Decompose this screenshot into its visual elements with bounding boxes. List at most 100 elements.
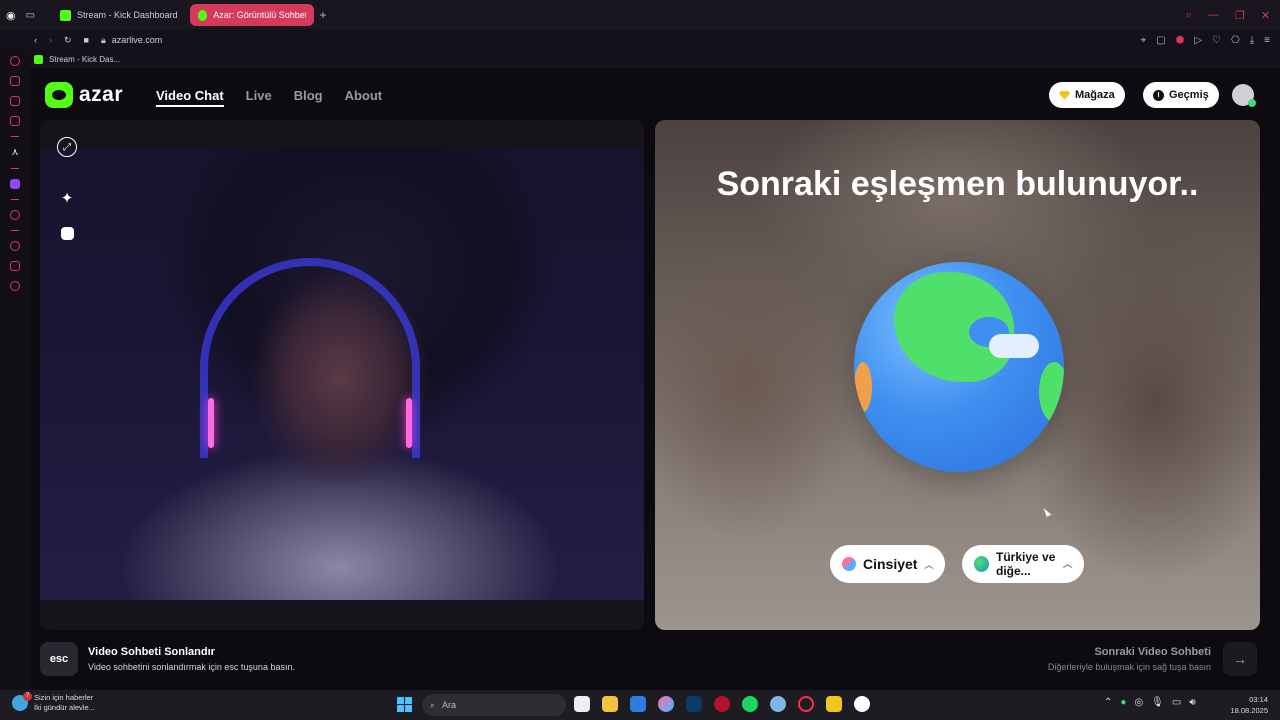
start-windows-icon[interactable]	[397, 697, 412, 712]
clock-time: 03:14	[1249, 695, 1268, 704]
history-label: Geçmiş	[1169, 89, 1209, 101]
taskbar-clock[interactable]: 03:14 18.08.2025	[1230, 694, 1268, 716]
azar-page: azar Video Chat Live Blog About Mağaza G…	[30, 70, 1280, 688]
next-arrow-button[interactable]: →	[1223, 642, 1257, 676]
nav-about[interactable]: About	[345, 88, 383, 107]
rockstar-icon[interactable]	[714, 696, 730, 712]
network-icon[interactable]: ▭	[1172, 697, 1181, 708]
minimize-icon[interactable]: —	[1208, 9, 1219, 22]
headset-light-right	[406, 398, 412, 448]
opera-menu-icon[interactable]: ◉	[6, 9, 16, 22]
search-placeholder: Ara	[442, 700, 457, 710]
sidebar-game-icon[interactable]	[10, 96, 20, 106]
tab-azar[interactable]: Azar: Görüntülü Sohbet, A	[189, 4, 314, 26]
nav-live[interactable]: Live	[246, 88, 272, 107]
pin-icon[interactable]: ⌖	[1141, 35, 1147, 46]
taskbar-apps	[574, 696, 870, 712]
nav-blog[interactable]: Blog	[294, 88, 323, 107]
store-button[interactable]: Mağaza	[1049, 82, 1125, 108]
back-icon[interactable]: ‹	[34, 35, 37, 45]
sidebar-aria-icon[interactable]: ⋏	[11, 147, 18, 158]
gender-filter-button[interactable]: Cinsiyet ︿	[830, 545, 946, 583]
next-chat-title: Sonraki Video Sohbeti	[1094, 646, 1211, 658]
end-chat-title: Video Sohbeti Sonlandır	[88, 646, 215, 658]
store-label: Mağaza	[1075, 89, 1115, 101]
clock-date: 18.08.2025	[1230, 706, 1268, 715]
country-globe-icon	[974, 556, 989, 572]
sidebar-news-icon[interactable]	[10, 116, 20, 126]
face-filter-icon[interactable]	[57, 223, 77, 243]
download-icon[interactable]: ⤓	[1250, 35, 1254, 46]
profile-avatar[interactable]	[1232, 84, 1256, 107]
extensions-icon[interactable]: ⎔	[1231, 35, 1240, 46]
country-label: Türkiye ve diğe...	[996, 550, 1056, 578]
steam-icon[interactable]: ◎	[1134, 697, 1143, 708]
capcut-icon[interactable]	[826, 696, 842, 712]
clock-icon	[1153, 89, 1164, 101]
face-shape	[60, 226, 74, 240]
opera-gx-icon[interactable]	[798, 696, 814, 712]
sidebar-twitch-icon[interactable]	[10, 179, 20, 189]
spotify-icon[interactable]	[742, 696, 758, 712]
maximize-icon[interactable]: ❐	[1235, 9, 1245, 22]
sidebar-divider	[11, 199, 19, 200]
esc-key[interactable]: esc	[40, 642, 78, 676]
globe-cloud	[989, 334, 1039, 358]
store-app-icon[interactable]	[630, 696, 646, 712]
vpn-icon[interactable]: ⬢	[1176, 35, 1185, 46]
volume-icon[interactable]: 🔊︎	[1189, 697, 1195, 708]
expand-icon[interactable]: ⤢	[57, 137, 77, 157]
play-icon[interactable]: ▷	[1194, 35, 1202, 46]
settings-gear-icon[interactable]	[770, 696, 786, 712]
tab-kick-dashboard[interactable]: Stream - Kick Dashboard	[52, 4, 186, 26]
news-widget[interactable]: 7 Sizin için haberler İki gündür alevle.…	[12, 692, 95, 713]
reload-icon[interactable]: ↻	[64, 35, 72, 46]
chevron-up-icon[interactable]: ⌃	[1104, 697, 1112, 708]
my-camera-panel: ⤢ ✦	[40, 120, 644, 630]
taskbar-search[interactable]: ⌕ Ara	[422, 694, 566, 716]
heart-icon[interactable]: ♡	[1212, 35, 1221, 46]
file-explorer-icon[interactable]	[602, 696, 618, 712]
photoshop-icon[interactable]	[686, 696, 702, 712]
lock-icon: 🔒︎	[100, 34, 106, 45]
workspaces-icon[interactable]: ▭	[26, 10, 35, 21]
camera-icon[interactable]: ■	[84, 35, 89, 45]
match-panel: Sonraki eşleşmen bulunuyor.. Cinsiyet ︿ …	[655, 120, 1260, 630]
close-icon[interactable]: ✕	[1261, 9, 1270, 22]
chrome-icon[interactable]	[854, 696, 870, 712]
matching-status: Sonraki eşleşmen bulunuyor..	[716, 165, 1199, 203]
history-button[interactable]: Geçmiş	[1143, 82, 1219, 108]
azar-logo-icon	[45, 82, 73, 108]
sidebar-settings-icon[interactable]	[10, 281, 20, 291]
menu-icon[interactable]: ≡	[1264, 35, 1270, 46]
mic-icon[interactable]: 🎙︎	[1151, 697, 1164, 708]
sidebar-divider	[11, 168, 19, 169]
tray-app-icon[interactable]: ●	[1120, 697, 1126, 708]
globe-land	[854, 362, 872, 412]
forward-icon[interactable]: ›	[49, 35, 52, 45]
logo-text: azar	[79, 83, 124, 106]
task-view-icon[interactable]	[574, 696, 590, 712]
headset-light-left	[208, 398, 214, 448]
sidebar-bag-icon[interactable]	[10, 76, 20, 86]
sidebar-player-icon[interactable]	[10, 210, 20, 220]
bookmark-kick[interactable]: Stream - Kick Das...	[49, 55, 120, 64]
search-tabs-icon[interactable]: ⌕	[1186, 9, 1192, 22]
url-text[interactable]: azarlive.com	[112, 35, 163, 45]
effects-sparkle-icon[interactable]: ✦	[57, 188, 77, 208]
tab-label: Azar: Görüntülü Sohbet, A	[213, 10, 305, 20]
snapshot-icon[interactable]: ▢	[1156, 35, 1165, 46]
tab-label: Stream - Kick Dashboard	[77, 10, 178, 20]
sidebar-home-icon[interactable]	[10, 56, 20, 66]
address-bar-actions: ⌖ ▢ ⬢ ▷ ♡ ⎔ ⤓ ≡	[1141, 35, 1280, 46]
sidebar-extensions-icon[interactable]	[10, 261, 20, 271]
new-tab-icon[interactable]: +	[320, 8, 327, 22]
gem-icon	[1059, 90, 1070, 100]
globe-land	[1039, 362, 1064, 422]
copilot-icon[interactable]	[658, 696, 674, 712]
country-filter-button[interactable]: Türkiye ve diğe... ︿	[962, 545, 1084, 583]
gender-icon	[842, 557, 856, 571]
nav-video-chat[interactable]: Video Chat	[156, 88, 224, 107]
azar-logo[interactable]: azar	[45, 82, 123, 108]
sidebar-history-icon[interactable]	[10, 241, 20, 251]
